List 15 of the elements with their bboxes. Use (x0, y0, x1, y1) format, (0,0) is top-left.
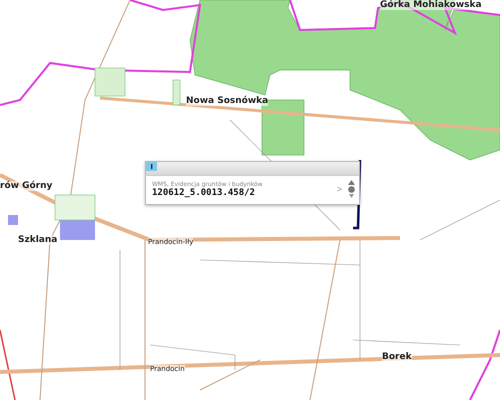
parcel-area (172, 80, 180, 106)
parcel-area (94, 68, 126, 96)
parcel-area (8, 215, 18, 225)
info-icon (146, 162, 157, 171)
place-label: Szklana (18, 235, 58, 245)
boundary-line (0, 330, 16, 400)
place-label: Górka Mohiakowska (380, 0, 482, 10)
boundary-line (469, 330, 500, 400)
up-icon[interactable] (348, 180, 354, 185)
place-label: Borek (382, 352, 412, 362)
parcel-id: 120612_5.0013.458/2 (152, 188, 256, 198)
parcel-area (54, 194, 96, 220)
place-label: Nowa Sosnówka (186, 96, 268, 106)
place-label: rów Górny (0, 181, 52, 191)
circle-icon[interactable] (348, 186, 354, 193)
